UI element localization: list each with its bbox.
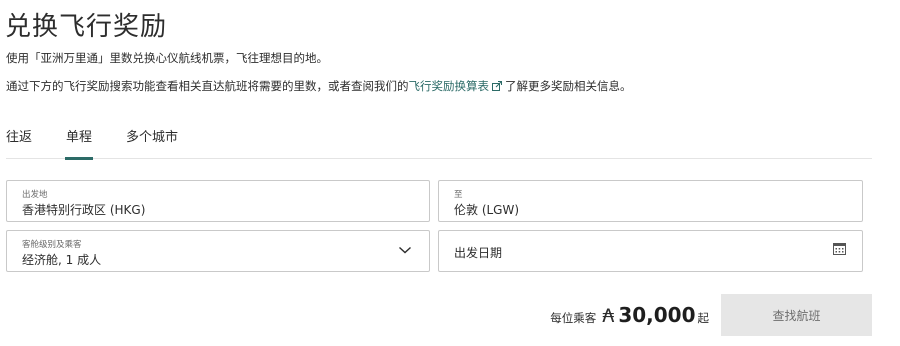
price-suffix: 起	[697, 311, 710, 325]
destination-field[interactable]: 至 伦敦 (LGW)	[438, 180, 863, 222]
description-text: 通过下方的飞行奖励搜索功能查看相关直达航班将需要的里数，或者查阅我们的飞行奖励换…	[6, 78, 632, 94]
tab-oneway[interactable]: 单程	[64, 126, 94, 160]
origin-field[interactable]: 出发地 香港特别行政区 (HKG)	[6, 180, 430, 222]
origin-value: 香港特别行政区 (HKG)	[22, 203, 146, 217]
page-title: 兑换飞行奖励	[5, 12, 168, 42]
external-link-icon	[492, 81, 502, 91]
description-after: 了解更多奖励相关信息。	[505, 79, 632, 93]
tab-multicity[interactable]: 多个城市	[126, 126, 178, 145]
award-chart-link-label: 飞行奖励换算表	[408, 79, 490, 93]
destination-label: 至	[454, 190, 463, 200]
price-amount: 30,000	[618, 303, 696, 327]
search-flights-button[interactable]: 查找航班	[721, 294, 872, 336]
origin-label: 出发地	[22, 190, 48, 200]
cabin-label: 客舱级别及乘客	[22, 240, 82, 250]
asia-miles-currency-icon: ₳	[602, 305, 615, 327]
departure-date-field[interactable]: 出发日期	[438, 230, 863, 272]
destination-value: 伦敦 (LGW)	[454, 203, 520, 217]
trip-type-tabs: 往返 单程 多个城市	[6, 120, 872, 160]
cabin-passenger-select[interactable]: 客舱级别及乘客 经济舱, 1 成人	[6, 230, 430, 272]
chevron-down-icon	[399, 246, 411, 254]
calendar-icon	[833, 243, 846, 255]
price-summary: 每位乘客 ₳ 30,000 起	[550, 303, 709, 327]
award-chart-link[interactable]: 飞行奖励换算表	[409, 79, 506, 93]
price-prefix: 每位乘客	[550, 311, 597, 325]
departure-date-placeholder: 出发日期	[454, 246, 503, 260]
cabin-value: 经济舱, 1 成人	[22, 253, 102, 267]
intro-text: 使用「亚洲万里通」里数兑换心仪航线机票，飞往理想目的地。	[6, 51, 328, 65]
description-before: 通过下方的飞行奖励搜索功能查看相关直达航班将需要的里数，或者查阅我们的	[6, 79, 409, 93]
tab-roundtrip[interactable]: 往返	[6, 126, 32, 145]
